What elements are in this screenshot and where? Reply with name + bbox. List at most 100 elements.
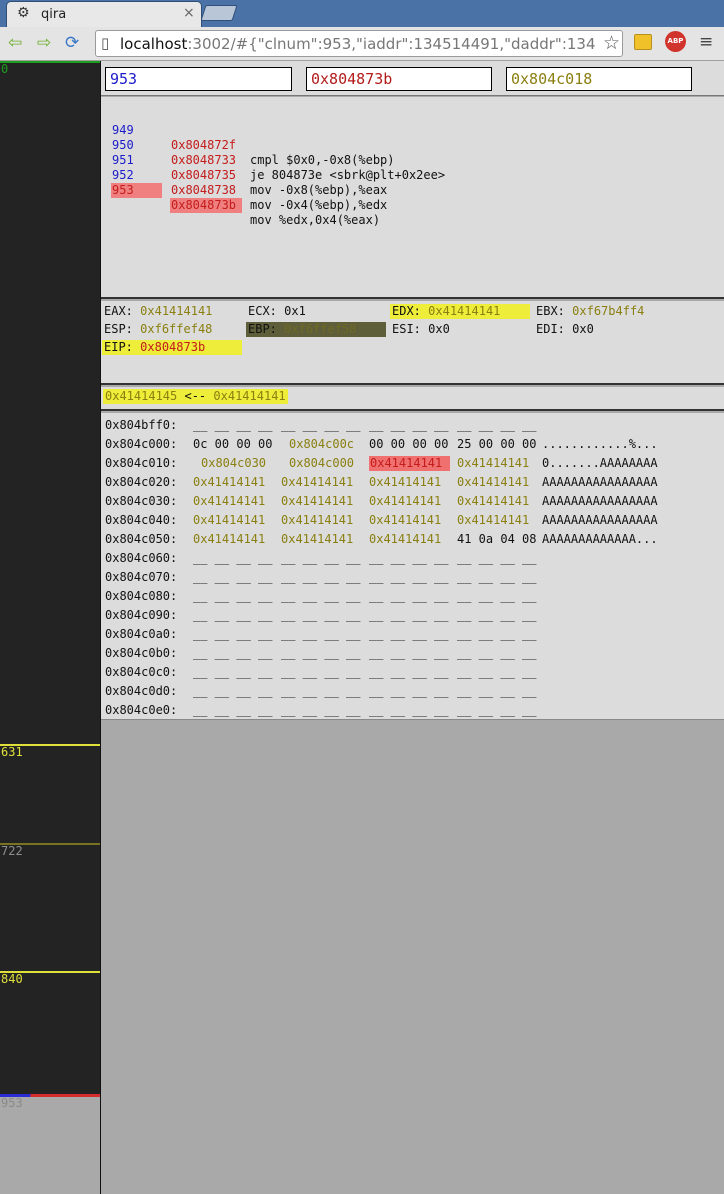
url-text: localhost:3002/#{"clnum":953,"iaddr":134… [120, 35, 596, 53]
hexdump-cell: 00 00 00 00 [369, 437, 449, 451]
hexdump-pointer[interactable]: 0x41414141 [281, 532, 353, 547]
browser-chrome: ⚙ qira × ⇦ ⇨ ⟳ ▯ localhost:3002/#{"clnum… [0, 0, 724, 61]
hexdump-pointer[interactable]: 0x41414141 [369, 494, 441, 509]
disasm-instruction: cmpl $0x0,-0x8(%ebp) [250, 153, 395, 167]
timeline-panel[interactable]: 0 631 722 840 953 [0, 61, 101, 1194]
register-edi[interactable]: EDI: 0x0 [534, 322, 674, 337]
memory-writes-pane: 0x41414145 <-- 0x41414141 [101, 387, 724, 411]
hexdump-address: 0x804c050: [105, 532, 178, 546]
disassembly-pane: 949 0x804872f cmpl $0x0,-0x8(%ebp) 950 0… [101, 97, 724, 299]
hexdump-address: 0x804c000: [105, 437, 178, 451]
hexdump-pointer[interactable]: 0x41414141 [193, 513, 265, 528]
hexdump-pointer[interactable]: 0x804c030 [201, 456, 266, 471]
reload-icon[interactable]: ⟳ [65, 33, 79, 53]
hexdump-cell: __ __ __ __ [369, 608, 449, 622]
hexdump-cell: __ __ __ __ [369, 551, 449, 565]
hexdump-address: 0x804c0a0: [105, 627, 178, 641]
register-ebp[interactable]: EBP: 0xf6ffef58 [246, 322, 386, 337]
tab-qira[interactable]: ⚙ qira × [6, 1, 202, 27]
hexdump-pointer[interactable]: 0x41414141 [369, 475, 441, 490]
clnum-input[interactable]: 953 [105, 67, 292, 91]
hexdump-pointer[interactable]: 0x41414141 [193, 532, 265, 547]
address-bar[interactable]: ▯ localhost:3002/#{"clnum":953,"iaddr":1… [95, 30, 623, 57]
disasm-addr[interactable]: 0x8048733 [170, 153, 242, 168]
timeline-label: 631 [1, 745, 23, 759]
hexdump-cell-highlighted[interactable]: 0x41414141 [369, 456, 450, 471]
register-esi[interactable]: ESI: 0x0 [390, 322, 530, 337]
register-ecx[interactable]: ECX: 0x1 [246, 304, 386, 319]
hexdump-cell: __ __ __ __ [457, 418, 537, 432]
hexdump-cell: __ __ __ __ [457, 646, 537, 660]
hexdump-cell: __ __ __ __ [281, 551, 361, 565]
back-arrow-icon[interactable]: ⇦ [8, 33, 22, 53]
hexdump-pointer[interactable]: 0x41414141 [457, 494, 529, 509]
extension-key-icon[interactable] [634, 34, 652, 50]
bookmark-star-icon[interactable]: ☆ [600, 32, 620, 54]
hexdump-ascii: AAAAAAAAAAAAAAAA [542, 513, 658, 527]
hexdump-cell: __ __ __ __ [193, 418, 273, 432]
hexdump-pointer[interactable]: 0x41414141 [369, 513, 441, 528]
hexdump-pointer[interactable]: 0x41414141 [281, 513, 353, 528]
hexdump-cell: __ __ __ __ [457, 627, 537, 641]
hexdump-address: 0x804c060: [105, 551, 178, 565]
hexdump-cell: __ __ __ __ [193, 646, 273, 660]
hexdump-cell: __ __ __ __ [369, 589, 449, 603]
register-edx[interactable]: EDX: 0x41414141 [390, 304, 530, 319]
hexdump-pointer[interactable]: 0x41414141 [193, 494, 265, 509]
hexdump-address: 0x804c0b0: [105, 646, 178, 660]
memory-write-entry[interactable]: 0x41414145 <-- 0x41414141 [103, 389, 288, 404]
hexdump-pointer[interactable]: 0x41414141 [457, 513, 529, 528]
disasm-addr[interactable]: 0x804872f [170, 138, 242, 153]
hexdump-cell: __ __ __ __ [457, 665, 537, 679]
main-panel: 953 0x804873b 0x804c018 949 0x804872f cm… [101, 61, 724, 1194]
disasm-addr[interactable]: 0x804873b [170, 198, 242, 213]
timeline-unused-area [0, 1096, 100, 1194]
hexdump-cell: __ __ __ __ [369, 703, 449, 717]
hexdump-cell: __ __ __ __ [281, 646, 361, 660]
hexdump-pointer[interactable]: 0x41414141 [457, 456, 529, 471]
disasm-addr[interactable]: 0x8048735 [170, 168, 242, 183]
register-eax[interactable]: EAX: 0x41414141 [102, 304, 242, 319]
adblock-icon[interactable]: ABP [665, 31, 686, 52]
hexdump-cell: __ __ __ __ [369, 570, 449, 584]
hexdump-ascii: AAAAAAAAAAAAAAAA [542, 475, 658, 489]
hexdump-cell: __ __ __ __ [369, 665, 449, 679]
url-rest: :3002/#{"clnum":953,"iaddr":134514491,"d… [187, 35, 596, 53]
hexdump-cell: __ __ __ __ [193, 551, 273, 565]
hexdump-pointer[interactable]: 0x804c00c [289, 437, 354, 452]
iaddr-input[interactable]: 0x804873b [306, 67, 492, 91]
hexdump-pointer[interactable]: 0x41414141 [193, 475, 265, 490]
hexdump-pointer[interactable]: 0x41414141 [369, 532, 441, 547]
menu-icon[interactable]: ≡ [699, 32, 713, 52]
register-esp[interactable]: ESP: 0xf6ffef48 [102, 322, 242, 337]
hexdump-address: 0x804c040: [105, 513, 178, 527]
register-ebx[interactable]: EBX: 0xf67b4ff4 [534, 304, 674, 319]
hexdump-cell: __ __ __ __ [193, 665, 273, 679]
disasm-line-current[interactable]: 953 0x804873b mov %edx,0x4(%eax) [101, 168, 380, 227]
disasm-line[interactable]: 951 0x8048735 mov -0x8(%ebp),%eax [101, 138, 387, 197]
hexdump-cell: __ __ __ __ [281, 703, 361, 717]
hexdump-pointer[interactable]: 0x804c000 [289, 456, 354, 471]
hexdump-cell: __ __ __ __ [457, 703, 537, 717]
disasm-line[interactable]: 950 0x8048733 je 804873e <sbrk@plt+0x2ee… [101, 123, 445, 182]
hexdump-pointer[interactable]: 0x41414141 [457, 475, 529, 490]
hexdump-cell: __ __ __ __ [369, 646, 449, 660]
close-icon[interactable]: × [183, 5, 195, 21]
hexdump-pointer[interactable]: 0x41414141 [281, 494, 353, 509]
hexdump-cell: __ __ __ __ [193, 608, 273, 622]
disasm-addr[interactable]: 0x8048738 [170, 183, 242, 198]
hexdump-pointer[interactable]: 0x41414141 [281, 475, 353, 490]
disasm-clnum[interactable]: 953 [111, 183, 162, 198]
hexdump-address: 0x804c0d0: [105, 684, 178, 698]
hexdump-cell: __ __ __ __ [457, 570, 537, 584]
register-eip[interactable]: EIP: 0x804873b [102, 340, 242, 355]
daddr-input[interactable]: 0x804c018 [506, 67, 692, 91]
new-tab-button[interactable] [200, 5, 238, 21]
disasm-instruction: mov -0x8(%ebp),%eax [250, 183, 388, 197]
tab-title: qira [41, 7, 67, 22]
forward-arrow-icon[interactable]: ⇨ [37, 33, 51, 53]
hexdump-address: 0x804c030: [105, 494, 178, 508]
disasm-line[interactable]: 949 0x804872f cmpl $0x0,-0x8(%ebp) [101, 108, 395, 167]
disasm-line[interactable]: 952 0x8048738 mov -0x4(%ebp),%edx [101, 153, 387, 212]
hexdump-address: 0x804c010: [105, 456, 178, 470]
